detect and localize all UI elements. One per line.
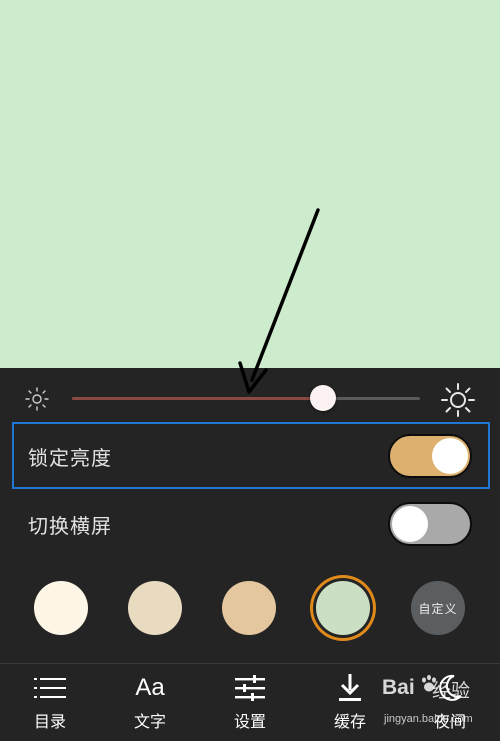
nav-item-font[interactable]: Aa 文字 [100,666,200,741]
custom-theme-button[interactable]: 自定义 [411,581,465,635]
divider [0,663,500,664]
brightness-slider[interactable] [72,385,420,411]
landscape-row: 切换横屏 [0,490,500,558]
nav-item-settings[interactable]: 设置 [200,666,300,741]
nav-label: 夜间 [433,712,466,731]
nav-item-night[interactable]: 夜间 [400,666,500,741]
reading-area[interactable] [0,0,500,368]
nav-label: 文字 [133,712,166,731]
landscape-toggle[interactable] [388,502,472,546]
brightness-slider-fill [72,397,323,400]
lock-brightness-toggle[interactable] [388,434,472,478]
nav-item-cache[interactable]: 缓存 [300,666,400,741]
bottom-nav: 目录 Aa 文字 设置 缓存 夜间 [0,666,500,741]
landscape-label: 切换横屏 [28,514,112,538]
nav-label: 缓存 [333,712,366,731]
theme-swatch-beige[interactable] [128,581,182,635]
font-glyph: Aa [135,674,165,701]
settings-panel: 锁定亮度 切换横屏 自定义 目录 Aa 文字 设置 缓存 夜间 [0,368,500,741]
list-icon [30,674,70,702]
toggle-knob [392,506,428,542]
download-icon [330,674,370,702]
theme-swatches: 自定义 [0,574,500,654]
lock-brightness-label: 锁定亮度 [28,446,112,470]
font-icon: Aa [130,674,170,702]
sliders-icon [230,674,270,702]
nav-label: 目录 [33,712,66,731]
nav-item-catalog[interactable]: 目录 [0,666,100,741]
brightness-low-icon [25,387,49,411]
moon-icon [430,674,470,702]
brightness-row [0,368,500,428]
toggle-knob [432,438,468,474]
theme-swatch-cream[interactable] [34,581,88,635]
lock-brightness-row: 锁定亮度 [0,422,500,490]
theme-swatch-tan[interactable] [222,581,276,635]
theme-swatch-green[interactable] [316,581,370,635]
brightness-slider-thumb[interactable] [309,385,336,411]
brightness-high-icon [441,383,475,417]
nav-label: 设置 [233,712,266,731]
